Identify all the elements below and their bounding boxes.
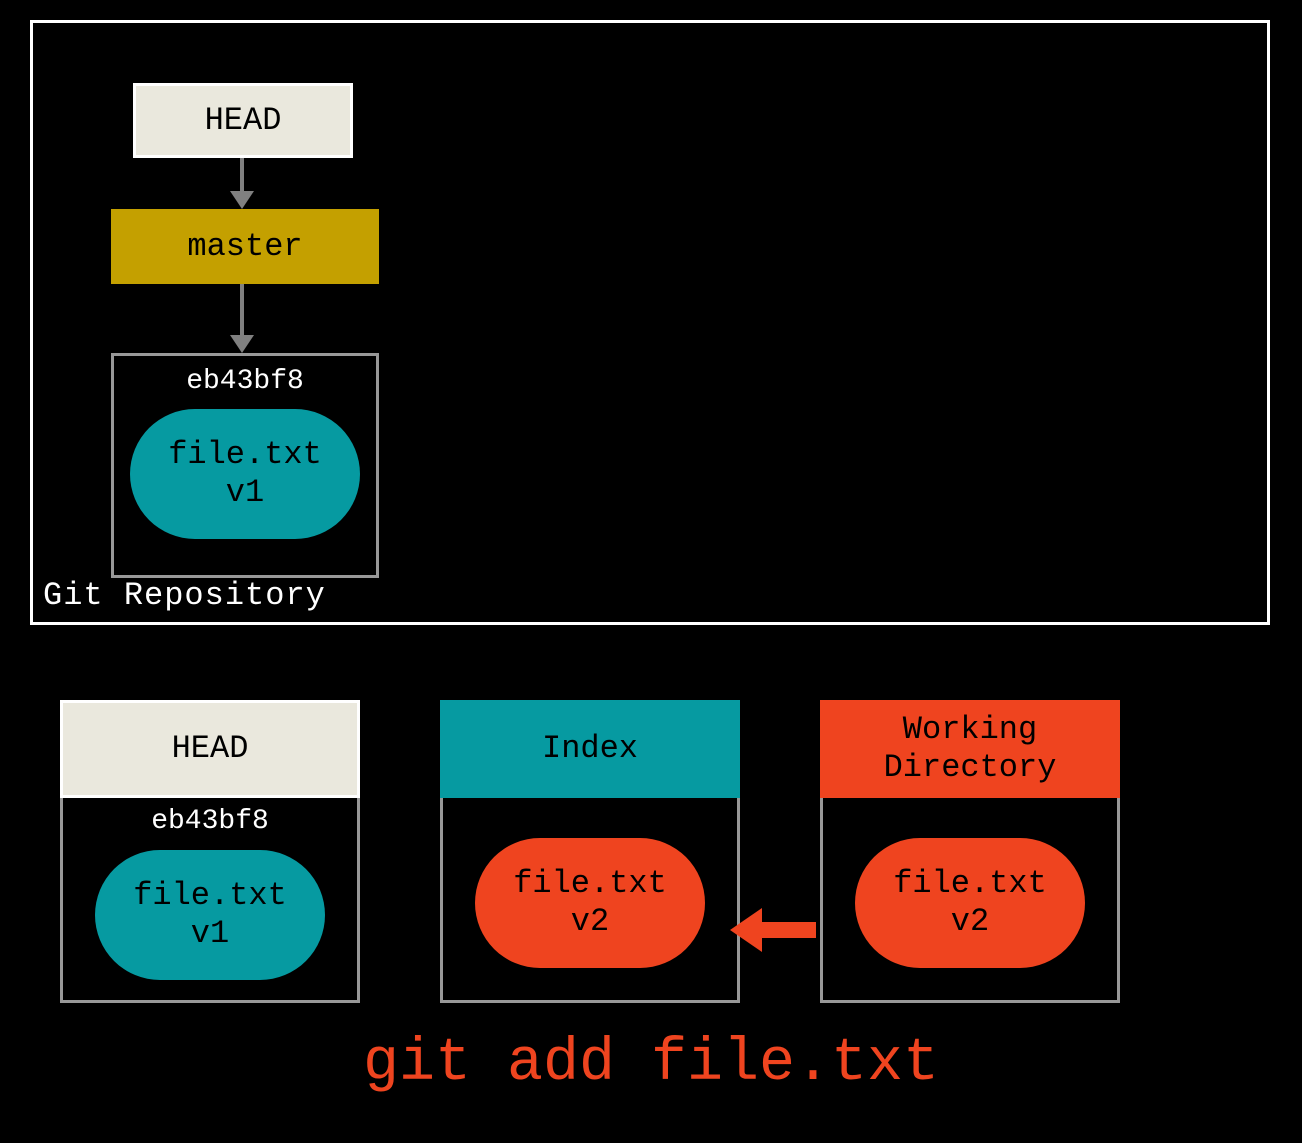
commit-box: eb43bf8 file.txt v1 bbox=[111, 353, 379, 578]
commit-file-name: file.txt bbox=[168, 436, 322, 474]
col-wd-file-blob: file.txt v2 bbox=[855, 838, 1085, 968]
col-head-file-blob: file.txt v1 bbox=[95, 850, 325, 980]
arrowhead-master-to-commit bbox=[230, 335, 254, 353]
col-wd-file-name: file.txt bbox=[893, 865, 1047, 903]
arrow-wd-to-index-head bbox=[730, 908, 762, 952]
col-index-file-name: file.txt bbox=[513, 865, 667, 903]
col-index-file-version: v2 bbox=[571, 903, 609, 941]
col-working-directory: Working Directory file.txt v2 bbox=[820, 700, 1120, 1003]
col-head-title: HEAD bbox=[172, 730, 249, 768]
commit-hash: eb43bf8 bbox=[114, 366, 376, 397]
col-head-body: eb43bf8 file.txt v1 bbox=[60, 798, 360, 1003]
col-head-file-version: v1 bbox=[191, 915, 229, 953]
col-wd-file-version: v2 bbox=[951, 903, 989, 941]
git-command: git add file.txt bbox=[0, 1030, 1302, 1098]
col-index-body: file.txt v2 bbox=[440, 798, 740, 1003]
arrow-master-to-commit bbox=[240, 284, 244, 339]
col-index: Index file.txt v2 bbox=[440, 700, 740, 1003]
arrow-wd-to-index-shaft bbox=[756, 922, 816, 938]
col-index-title: Index bbox=[542, 730, 638, 768]
head-ref-label: HEAD bbox=[205, 102, 282, 139]
repo-label: Git Repository bbox=[43, 577, 326, 614]
col-wd-body: file.txt v2 bbox=[820, 798, 1120, 1003]
branch-box-master: master bbox=[111, 209, 379, 284]
col-index-file-blob: file.txt v2 bbox=[475, 838, 705, 968]
col-head-header: HEAD bbox=[60, 700, 360, 798]
commit-file-version: v1 bbox=[226, 474, 264, 512]
head-ref-box: HEAD bbox=[133, 83, 353, 158]
arrow-head-to-master bbox=[240, 158, 244, 193]
col-wd-title: Working Directory bbox=[820, 711, 1120, 788]
col-head: HEAD eb43bf8 file.txt v1 bbox=[60, 700, 360, 1003]
git-repository-container: Git Repository HEAD master eb43bf8 file.… bbox=[30, 20, 1270, 625]
col-head-file-name: file.txt bbox=[133, 877, 287, 915]
commit-file-blob: file.txt v1 bbox=[130, 409, 360, 539]
col-head-hash: eb43bf8 bbox=[63, 798, 357, 837]
arrowhead-head-to-master bbox=[230, 191, 254, 209]
col-index-header: Index bbox=[440, 700, 740, 798]
col-wd-header: Working Directory bbox=[820, 700, 1120, 798]
branch-label: master bbox=[187, 228, 302, 265]
